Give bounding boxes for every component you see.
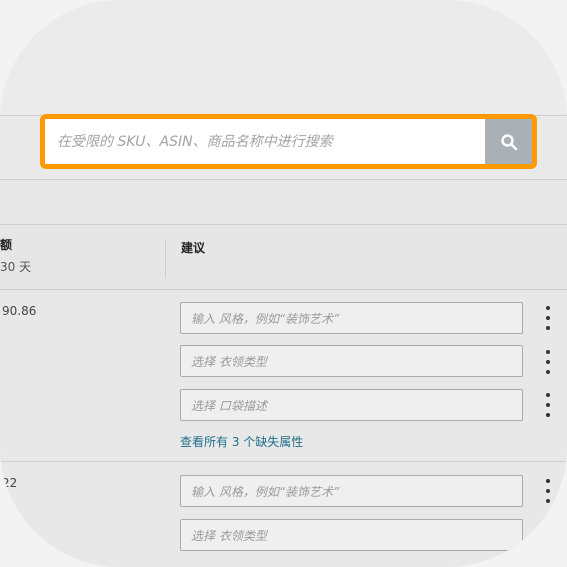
- more-options-icon[interactable]: [542, 306, 554, 330]
- pocket-description-select[interactable]: 选择 口袋描述: [180, 389, 523, 421]
- column-header-amount: 额: [0, 238, 13, 252]
- table-header: 额 30 天 建议: [0, 226, 567, 290]
- more-options-icon[interactable]: [542, 393, 554, 417]
- search-input[interactable]: [45, 119, 485, 164]
- view-missing-attributes-link[interactable]: 查看所有 3 个缺失属性: [180, 433, 303, 450]
- style-input[interactable]: 输入 风格，例如“装饰艺术”: [180, 302, 523, 334]
- table-row: 90.86 输入 风格，例如“装饰艺术” 选择 衣领类型 选择 口袋描述 查看所…: [0, 291, 567, 462]
- column-divider: [165, 240, 166, 278]
- table-row: 22 输入 风格，例如“装饰艺术” 选择 衣领类型: [0, 463, 567, 567]
- search-icon: [500, 133, 517, 150]
- more-options-icon[interactable]: [542, 479, 554, 503]
- collar-type-select[interactable]: 选择 衣领类型: [180, 519, 523, 551]
- search-button[interactable]: [485, 119, 532, 164]
- row-amount: 90.86: [2, 304, 37, 318]
- collar-type-select[interactable]: 选择 衣领类型: [180, 345, 523, 377]
- filter-band: [0, 181, 567, 225]
- search-box: [40, 114, 537, 169]
- style-input[interactable]: 输入 风格，例如“装饰艺术”: [180, 475, 523, 507]
- top-band: [0, 0, 567, 116]
- row-amount: 22: [2, 476, 18, 490]
- screen: 额 30 天 建议 90.86 输入 风格，例如“装饰艺术” 选择 衣领类型 选…: [0, 0, 567, 567]
- column-header-suggestion: 建议: [181, 241, 206, 255]
- more-options-icon[interactable]: [542, 350, 554, 374]
- column-header-amount-sub: 30 天: [0, 260, 32, 274]
